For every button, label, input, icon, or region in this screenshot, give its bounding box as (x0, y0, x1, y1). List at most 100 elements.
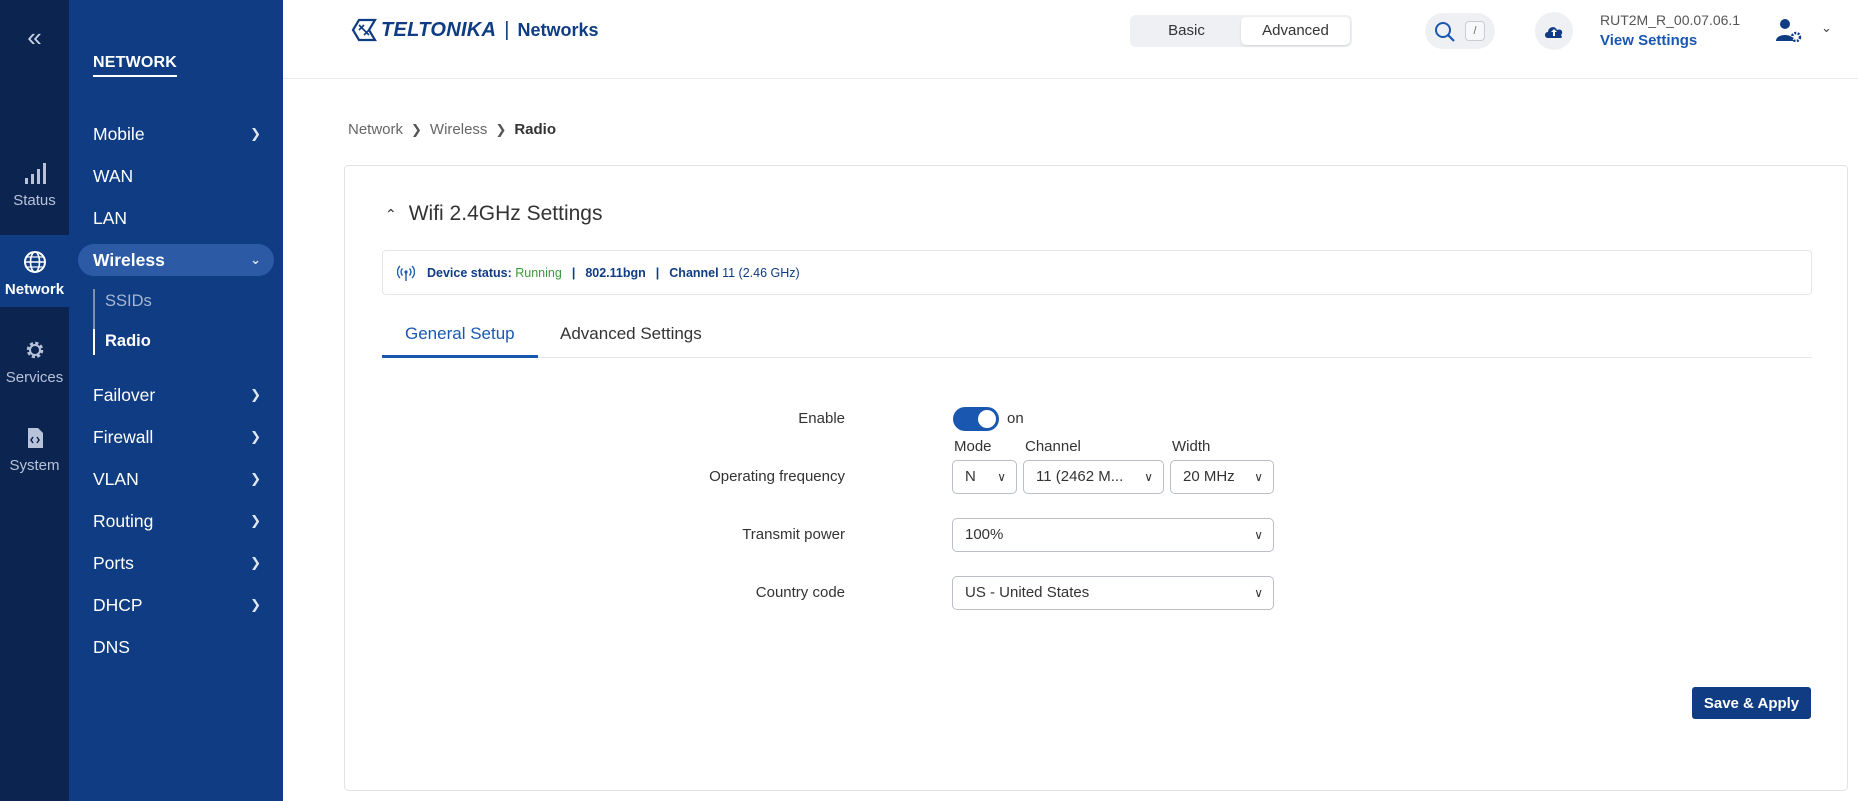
enable-toggle-state: on (1007, 410, 1024, 427)
teltonika-logo-icon (351, 18, 377, 42)
rail-item-network[interactable]: Network (0, 235, 69, 307)
channel-label: Channel (669, 265, 719, 280)
file-code-icon (27, 428, 43, 448)
user-gear-icon (1776, 19, 1802, 43)
status-separator: | (571, 265, 576, 280)
sidebar-subitem-radio[interactable]: Radio (105, 332, 151, 351)
sidebar-item-label: Failover (93, 385, 156, 405)
sidebar-item-firewall[interactable]: Firewall ❯ (78, 421, 274, 453)
rail-item-status[interactable]: Status (0, 160, 69, 209)
sidebar-item-label: DHCP (93, 595, 143, 615)
chevron-right-icon: ❯ (250, 597, 261, 612)
sidebar-item-label: Routing (93, 511, 154, 531)
rail-item-label: System (9, 457, 60, 474)
enable-toggle[interactable] (953, 407, 999, 431)
transmit-power-label: Transmit power (742, 526, 845, 543)
chevron-right-icon: ❯ (250, 126, 261, 141)
sidebar-item-label: Mobile (93, 124, 145, 144)
chevron-down-icon[interactable]: ⌄ (1821, 20, 1832, 36)
sidebar-item-failover[interactable]: Failover ❯ (78, 379, 274, 411)
device-status-label: Device status: (427, 265, 512, 280)
cloud-upload-icon (1545, 27, 1563, 38)
chevron-down-icon: ⌄ (250, 252, 261, 267)
sidebar-item-mobile[interactable]: Mobile ❯ (78, 118, 274, 150)
rail-item-system[interactable]: System (0, 425, 69, 474)
channel-field-label: Channel (1025, 438, 1081, 455)
sidebar-item-label: DNS (93, 637, 130, 657)
width-select-value: 20 MHz (1183, 468, 1235, 485)
chevron-up-icon[interactable]: ⌃ (385, 206, 397, 223)
sidebar-subitem-ssids[interactable]: SSIDs (105, 292, 152, 311)
chevron-down-icon: ∨ (1144, 470, 1153, 484)
nav-section-title: NETWORK (93, 54, 178, 77)
sidebar-item-label: Wireless (93, 250, 165, 270)
breadcrumb-network[interactable]: Network (348, 121, 403, 138)
chevron-down-icon: ∨ (997, 470, 1006, 484)
sidebar-item-dns[interactable]: DNS (78, 631, 274, 663)
sidebar-item-ports[interactable]: Ports ❯ (78, 547, 274, 579)
channel-select-value: 11 (2462 M... (1036, 468, 1124, 485)
logo-product: Networks (517, 19, 599, 40)
sidebar-item-routing[interactable]: Routing ❯ (78, 505, 274, 537)
sidebar-item-label: Firewall (93, 427, 154, 447)
tab-general-setup[interactable]: General Setup (382, 312, 538, 358)
rail-item-services[interactable]: Services (0, 337, 69, 386)
channel-select[interactable]: 11 (2462 M... ∨ (1023, 460, 1164, 494)
breadcrumb: Network ❯ Wireless ❯ Radio (348, 121, 556, 138)
card-header[interactable]: ⌃ Wifi 2.4GHz Settings (385, 202, 602, 226)
sidebar-nav: NETWORK Mobile ❯ WAN LAN Wireless ⌄ SSID… (69, 0, 283, 801)
chevron-down-icon: ∨ (1254, 470, 1263, 484)
save-apply-button[interactable]: Save & Apply (1692, 687, 1811, 719)
sidebar-item-vlan[interactable]: VLAN ❯ (78, 463, 274, 495)
antenna-icon (397, 265, 415, 281)
sidebar-item-lan[interactable]: LAN (78, 202, 274, 234)
search-button[interactable]: / (1425, 13, 1495, 49)
icon-rail: « Status Network Services System (0, 0, 69, 801)
mode-basic-button[interactable]: Basic (1132, 17, 1241, 45)
settings-tabs: General Setup Advanced Settings (382, 312, 1812, 358)
logo-brand: TELTONIKA (381, 18, 497, 41)
chevron-right-icon: ❯ (250, 387, 261, 402)
sidebar-item-dhcp[interactable]: DHCP ❯ (78, 589, 274, 621)
transmit-power-select[interactable]: 100% ∨ (952, 518, 1274, 552)
sidebar-item-label: Ports (93, 553, 134, 573)
logo-separator: | (504, 18, 510, 41)
mode-advanced-button[interactable]: Advanced (1241, 17, 1350, 45)
rail-item-label: Network (4, 281, 65, 298)
sidebar-item-label: LAN (93, 208, 128, 228)
country-code-value: US - United States (965, 584, 1090, 601)
firmware-version: RUT2M_R_00.07.06.1 (1600, 12, 1741, 28)
status-separator: | (655, 265, 660, 280)
cloud-update-button[interactable] (1535, 12, 1573, 50)
breadcrumb-wireless[interactable]: Wireless (430, 121, 488, 138)
width-label: Width (1172, 438, 1211, 455)
toggle-knob (978, 410, 996, 428)
chevron-right-icon: ❯ (495, 121, 507, 137)
channel-value: 11 (2.46 GHz) (722, 265, 800, 280)
chevron-down-icon: ∨ (1254, 586, 1263, 600)
mode-toggle: Basic Advanced (1130, 15, 1352, 47)
view-settings-link[interactable]: View Settings (1600, 32, 1697, 49)
collapse-sidebar-icon[interactable]: « (0, 22, 69, 52)
enable-label: Enable (798, 410, 845, 427)
width-select[interactable]: 20 MHz ∨ (1170, 460, 1274, 494)
sidebar-item-label: VLAN (93, 469, 139, 489)
transmit-power-value: 100% (965, 526, 1004, 543)
chevron-right-icon: ❯ (250, 429, 261, 444)
chevron-right-icon: ❯ (250, 471, 261, 486)
gear-icon (26, 341, 43, 359)
teltonika-logo[interactable]: TELTONIKA | Networks (351, 17, 599, 43)
chevron-down-icon: ∨ (1254, 528, 1263, 542)
signal-bars-icon (24, 163, 46, 184)
chevron-right-icon: ❯ (411, 121, 422, 137)
sidebar-item-wan[interactable]: WAN (78, 160, 274, 192)
search-icon (1435, 22, 1455, 42)
breadcrumb-radio: Radio (514, 121, 557, 138)
tab-advanced-settings[interactable]: Advanced Settings (537, 312, 725, 358)
sidebar-item-wireless[interactable]: Wireless ⌄ (78, 244, 274, 276)
mode-select[interactable]: N ∨ (952, 460, 1017, 494)
country-code-select[interactable]: US - United States ∨ (952, 576, 1274, 610)
card-title: Wifi 2.4GHz Settings (408, 202, 603, 225)
user-menu-button[interactable] (1773, 12, 1809, 48)
search-shortcut-key: / (1465, 21, 1485, 41)
